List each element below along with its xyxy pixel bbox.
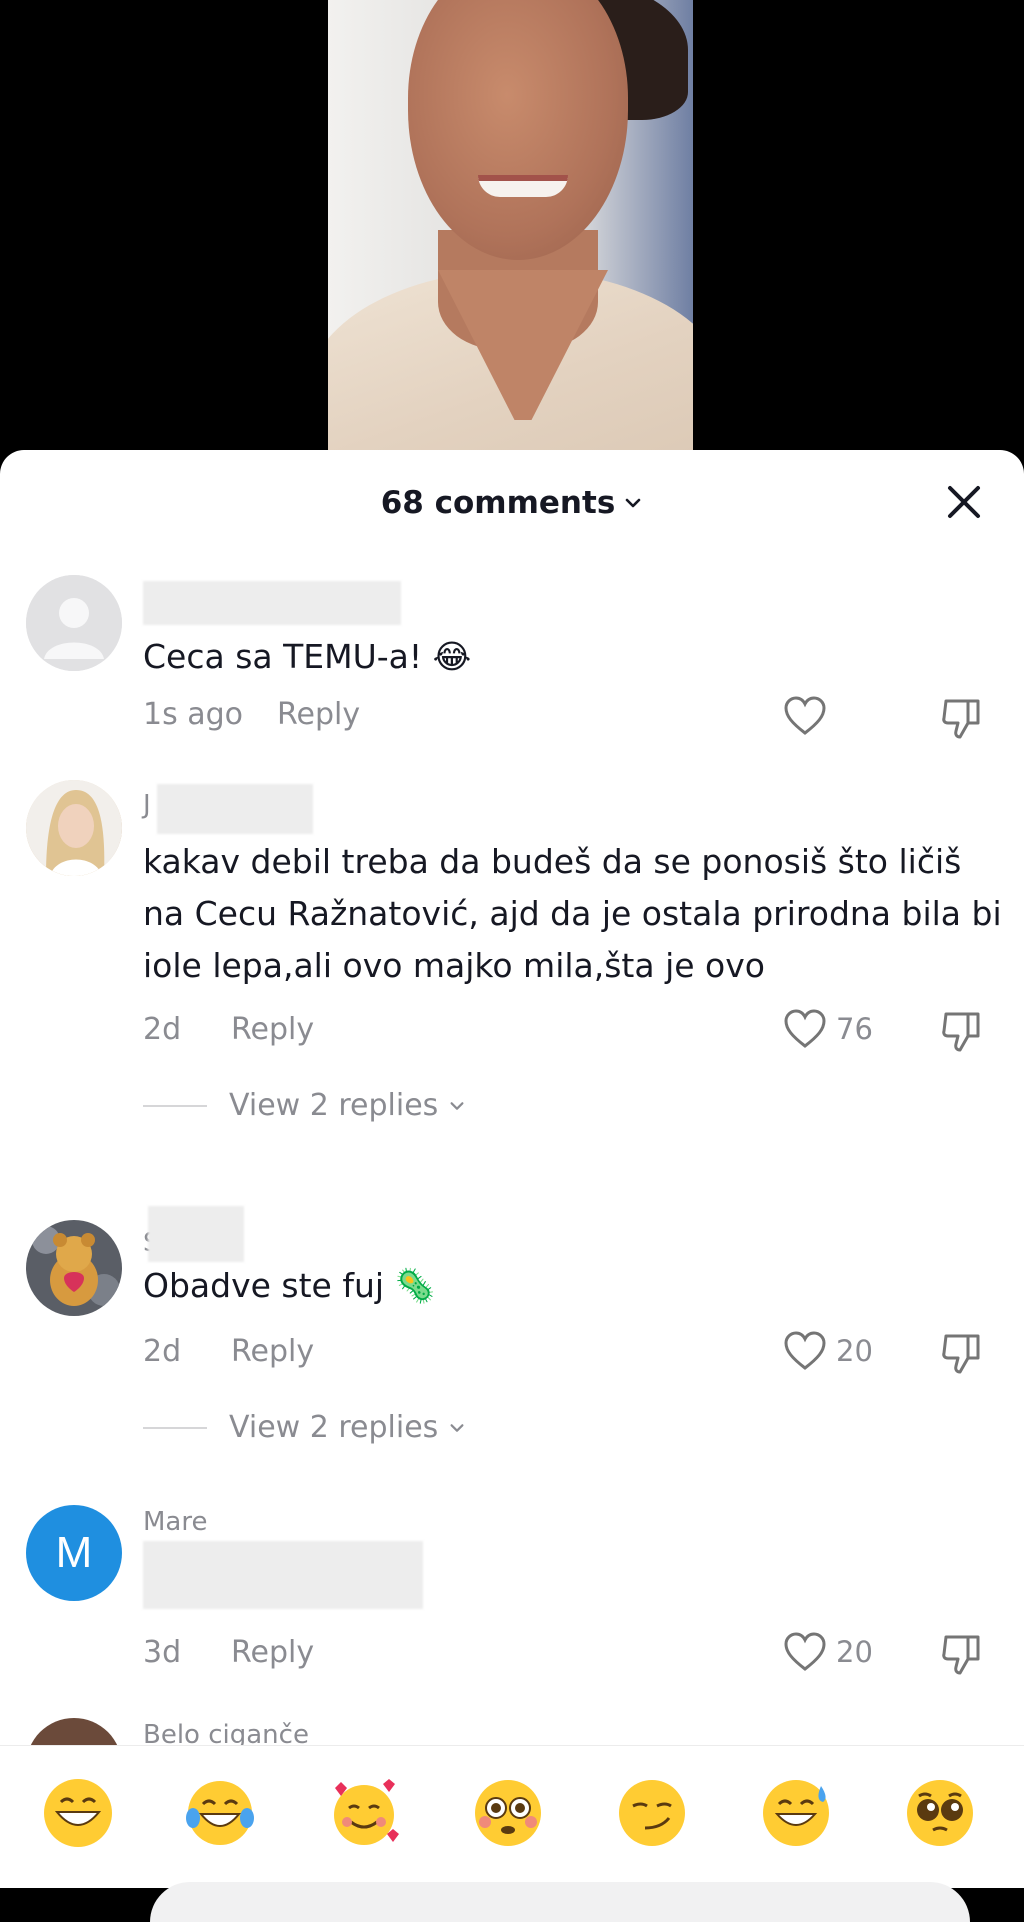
comment-time: 2d xyxy=(143,1334,182,1369)
comment-count-label: 68 comments xyxy=(380,484,616,521)
avatar[interactable] xyxy=(26,575,122,671)
smiling-hearts-emoji-icon xyxy=(334,1779,399,1845)
comment-meta: 2d Reply xyxy=(143,1334,314,1369)
like-count: 76 xyxy=(836,1012,873,1046)
avatar[interactable] xyxy=(26,780,122,876)
comments-header: 68 comments xyxy=(0,450,1024,555)
avatar[interactable]: M xyxy=(26,1505,122,1601)
heart-icon xyxy=(784,1009,826,1048)
dislike-icon[interactable] xyxy=(938,693,986,741)
like-count: 20 xyxy=(836,1334,873,1368)
comment-username[interactable]: Mare xyxy=(143,1507,207,1537)
view-replies-label: View 2 replies xyxy=(229,1088,439,1123)
comment-meta: 1s ago Reply xyxy=(143,697,360,732)
chevron-down-icon xyxy=(450,1423,464,1432)
comment-item: Ceca sa TEMU-a! 😂 1s ago Reply xyxy=(0,575,1024,775)
comment-time: 3d xyxy=(143,1635,182,1670)
comments-sheet: 68 comments Ceca sa TEMU-a! 😂 1s ago Rep… xyxy=(0,450,1024,1888)
grinning-emoji[interactable] xyxy=(40,1776,116,1852)
smirk-emoji[interactable] xyxy=(614,1776,690,1852)
heart-icon xyxy=(784,1331,826,1370)
close-button[interactable] xyxy=(944,482,984,522)
flushed-emoji[interactable] xyxy=(470,1776,546,1852)
comment-text: Obadve ste fuj 🦠 xyxy=(143,1266,436,1305)
avatar-photo xyxy=(26,780,122,876)
like-count: 20 xyxy=(836,1635,873,1669)
reply-divider xyxy=(143,1104,207,1107)
reply-button[interactable]: Reply xyxy=(277,697,360,732)
tears-of-joy-emoji[interactable] xyxy=(182,1776,258,1852)
like-button[interactable]: 20 xyxy=(782,1330,873,1372)
comment-count[interactable]: 68 comments xyxy=(381,485,644,521)
redacted-username xyxy=(143,581,401,625)
view-replies-button[interactable]: View 2 replies xyxy=(143,1410,466,1445)
like-button[interactable]: 20 xyxy=(782,1631,873,1673)
redacted-comment-text xyxy=(143,1541,423,1609)
reply-button[interactable]: Reply xyxy=(231,1012,314,1047)
video-background xyxy=(0,0,1024,470)
comment-item: Belo ciganče xyxy=(0,1710,1024,1750)
like-button[interactable]: 76 xyxy=(782,1008,873,1050)
pleading-emoji-icon xyxy=(907,1780,973,1846)
dislike-icon[interactable] xyxy=(938,1629,986,1677)
flushed-emoji-icon xyxy=(475,1780,541,1846)
heart-icon xyxy=(784,696,826,735)
chevron-down-icon xyxy=(625,498,641,507)
dislike-icon[interactable] xyxy=(938,1328,986,1376)
avatar[interactable] xyxy=(26,1220,122,1316)
smiling-hearts-emoji[interactable] xyxy=(326,1776,402,1852)
comment-time: 2d xyxy=(143,1012,182,1047)
comment-meta: 3d Reply xyxy=(143,1635,314,1670)
avatar-photo xyxy=(26,1220,122,1316)
video-thumbnail xyxy=(328,0,693,460)
default-avatar-icon xyxy=(26,575,122,671)
heart-icon xyxy=(784,1632,826,1671)
view-replies-label: View 2 replies xyxy=(229,1410,439,1445)
tears-of-joy-emoji-icon xyxy=(186,1781,254,1845)
comment-meta: 2d Reply xyxy=(143,1012,314,1047)
grinning-emoji-icon xyxy=(44,1779,112,1847)
avatar-letter: M xyxy=(55,1528,93,1577)
pleading-emoji[interactable] xyxy=(902,1776,978,1852)
comment-username[interactable]: J xyxy=(143,790,151,820)
reply-divider xyxy=(143,1426,207,1429)
comment-text: Ceca sa TEMU-a! 😂 xyxy=(143,637,472,676)
sweat-smile-emoji[interactable] xyxy=(758,1776,834,1852)
smirk-emoji-icon xyxy=(619,1780,685,1846)
view-replies-button[interactable]: View 2 replies xyxy=(143,1088,466,1123)
reply-button[interactable]: Reply xyxy=(231,1635,314,1670)
dislike-icon[interactable] xyxy=(938,1006,986,1054)
close-icon xyxy=(948,486,980,518)
comment-input-stub[interactable] xyxy=(150,1882,970,1922)
sweat-smile-emoji-icon xyxy=(763,1780,829,1846)
emoji-quick-bar xyxy=(0,1745,1024,1922)
comment-time: 1s ago xyxy=(143,697,244,732)
like-button[interactable] xyxy=(782,695,836,737)
chevron-down-icon xyxy=(450,1101,464,1110)
comment-item: S Obadve ste fuj 🦠 2d Reply 20 View 2 re… xyxy=(0,1206,1024,1480)
comment-item: M Mare 3d Reply 20 xyxy=(0,1505,1024,1705)
comment-item: J kakav debil treba da budeš da se ponos… xyxy=(0,780,1024,1180)
reply-button[interactable]: Reply xyxy=(231,1334,314,1369)
redacted-username xyxy=(148,1206,244,1262)
redacted-username xyxy=(157,784,313,834)
comment-text: kakav debil treba da budeš da se ponosiš… xyxy=(143,842,1002,985)
